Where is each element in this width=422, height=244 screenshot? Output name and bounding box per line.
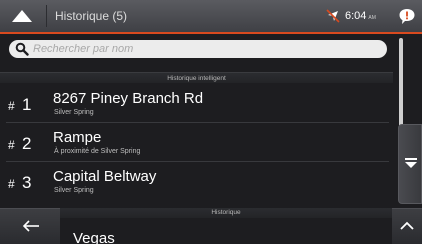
rank-number: 1	[22, 95, 32, 114]
section-header-smart-history: Historique intelligent	[0, 72, 393, 83]
chevron-up-small-icon	[400, 221, 414, 230]
bottom-bar: Historique Vegas	[0, 208, 422, 244]
list-item-subtitle: Silver Spring	[54, 187, 94, 194]
search-placeholder: Rechercher par nom	[33, 43, 134, 55]
list-item-subtitle: Silver Spring	[54, 109, 94, 116]
gps-off-icon	[326, 9, 340, 23]
top-separator	[46, 5, 47, 27]
list-item-name: 8267 Piney Branch Rd	[53, 90, 204, 107]
triangle-down-icon	[405, 158, 417, 168]
magnifier-icon	[15, 42, 29, 56]
rank-hash: #	[8, 177, 15, 191]
message-bubble-icon[interactable]	[398, 7, 416, 25]
rank-hash: #	[8, 99, 15, 113]
top-bar: Historique (5) 6:04 AM	[0, 0, 422, 34]
list-item[interactable]: # 1 8267 Piney Branch Rd Silver Spring	[0, 84, 393, 122]
arrow-left-icon	[22, 220, 39, 232]
list-item-subtitle: À proximité de Silver Spring	[54, 148, 141, 155]
rank-number: 3	[22, 173, 32, 192]
search-input[interactable]: Rechercher par nom	[9, 40, 387, 58]
clock-time: 6:04	[345, 10, 367, 22]
rank-hash: #	[8, 138, 15, 152]
list-item[interactable]: Vegas	[60, 218, 392, 244]
back-button[interactable]	[0, 208, 60, 244]
list-item-name: Rampe	[53, 129, 102, 146]
list-item-name: Vegas	[73, 230, 115, 244]
section-header-history: Historique	[60, 208, 392, 218]
chevron-up-icon	[12, 10, 32, 22]
list-panel: Rechercher par nom Historique intelligen…	[0, 36, 393, 208]
page-title: Historique (5)	[55, 9, 128, 23]
list-item[interactable]: # 3 Capital Beltway Silver Spring	[0, 162, 393, 200]
rank-number: 2	[22, 134, 32, 153]
scroll-down-button[interactable]	[398, 124, 422, 204]
clock-suffix: AM	[368, 15, 376, 21]
up-button[interactable]	[0, 0, 46, 32]
scroll-up-button[interactable]	[392, 208, 422, 244]
list-item[interactable]: # 2 Rampe À proximité de Silver Spring	[0, 123, 393, 161]
clock: 6:04 AM	[345, 10, 376, 22]
list-item-name: Capital Beltway	[53, 168, 157, 185]
